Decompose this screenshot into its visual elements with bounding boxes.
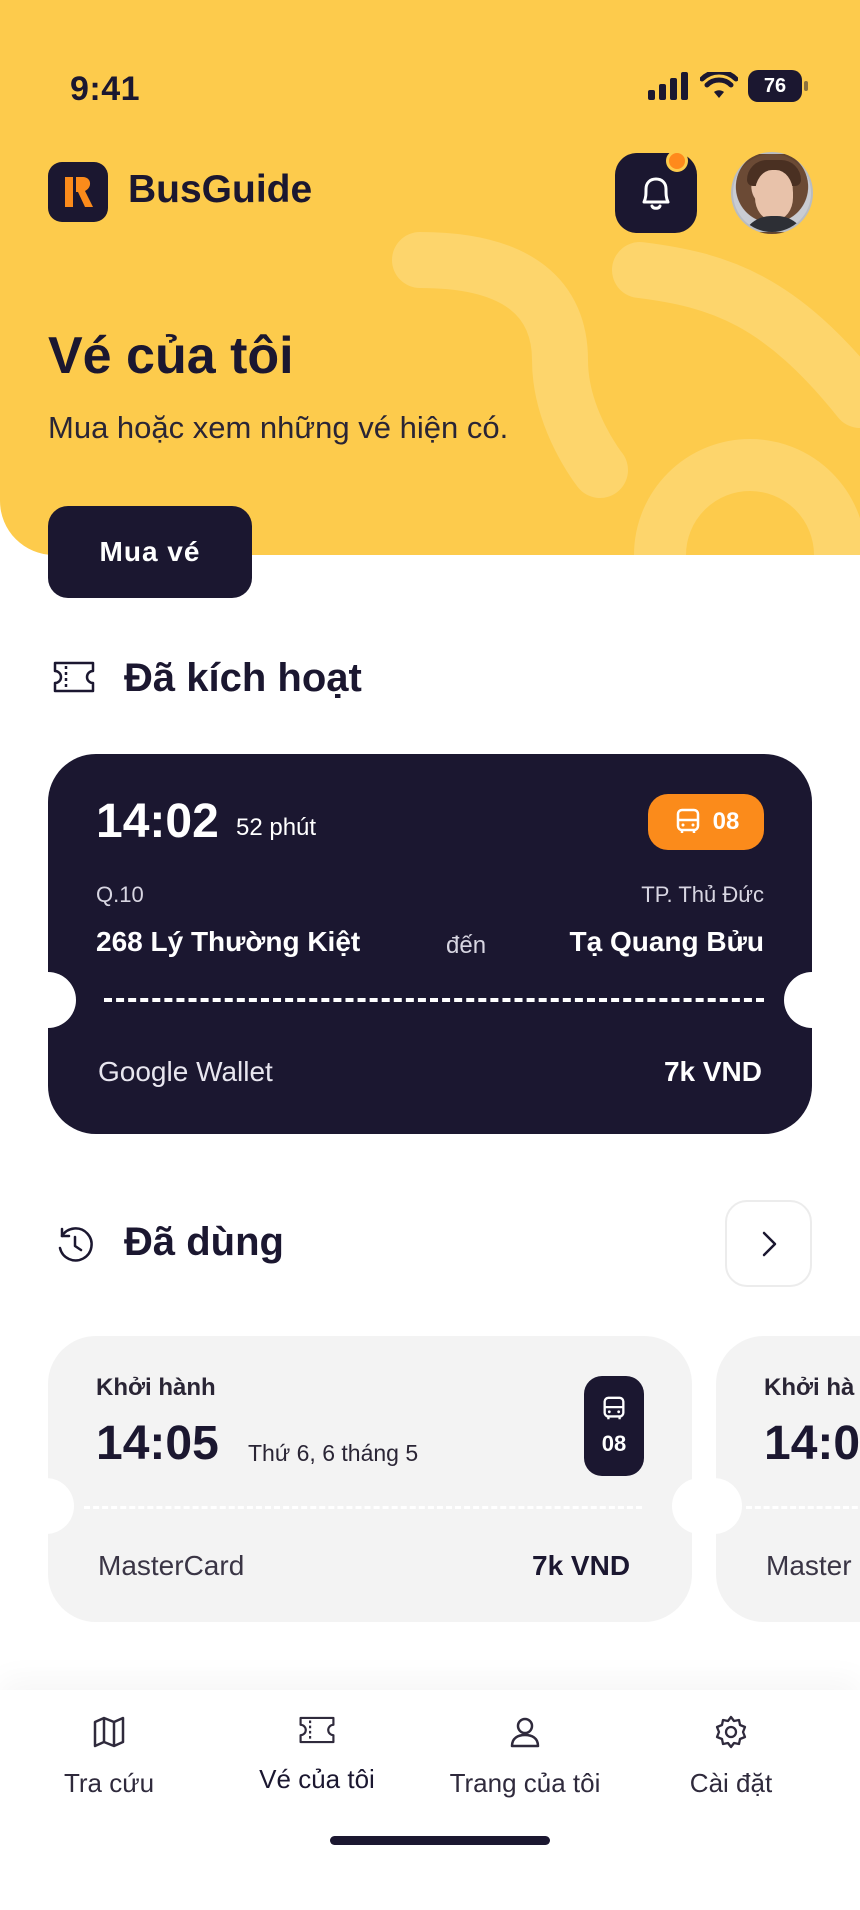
see-all-used-button[interactable] (725, 1200, 812, 1287)
wifi-icon (700, 72, 738, 98)
bus-icon (676, 808, 699, 833)
departure-time: 14:05 (96, 1417, 219, 1470)
status-icons: 76 (648, 70, 808, 102)
battery-indicator: 76 (748, 70, 808, 102)
history-icon (54, 1224, 96, 1266)
used-ticket-card[interactable]: Khởi hành 14:05 Thứ 6, 6 tháng 5 08 Mast… (48, 1336, 692, 1622)
ticket-price: 7k VND (532, 1550, 631, 1581)
avatar-face (755, 170, 793, 220)
gear-icon (715, 1715, 747, 1749)
departure-date: Thứ 6, 6 tháng 5 (248, 1440, 419, 1466)
page-subtitle: Mua hoặc xem những vé hiện có. (48, 410, 509, 445)
origin-area: Q.10 (96, 882, 144, 907)
signal-icon (648, 72, 688, 100)
bottom-navigation: Tra cứu Vé của tôi Trang của tôi Cài đặt (0, 1690, 860, 1910)
map-icon (93, 1716, 125, 1748)
app-logo (48, 162, 108, 222)
payment-method: Google Wallet (98, 1056, 273, 1087)
ticket-notch-left (20, 972, 76, 1028)
departure-label: Khởi hà (764, 1374, 855, 1401)
chevron-right-icon (762, 1231, 776, 1256)
nav-label: Tra cứu (63, 1768, 155, 1798)
nav-item-settings[interactable]: Cài đặt (626, 1714, 836, 1799)
destination-stop: Tạ Quang Bửu (569, 926, 765, 957)
departure-label: Khởi hành (96, 1374, 216, 1401)
ticket-divider (746, 1506, 860, 1509)
ticket-notch-right (784, 972, 840, 1028)
bus-icon (603, 1396, 625, 1420)
bell-icon (642, 177, 670, 210)
payment-method: Master (766, 1550, 852, 1581)
used-section-title: Đã dùng (124, 1220, 284, 1264)
departure-time: 14:0 (764, 1417, 860, 1470)
nav-label: Vé của tôi (259, 1764, 375, 1794)
ticket-time: 14:02 (96, 795, 219, 848)
ticket-icon (299, 1716, 335, 1744)
route-badge: 08 (584, 1376, 644, 1476)
brand-name: BusGuide (128, 168, 313, 211)
ticket-icon (52, 660, 96, 694)
nav-item-my-page[interactable]: Trang của tôi (420, 1714, 630, 1799)
avatar[interactable] (731, 152, 813, 234)
ticket-divider (84, 1506, 642, 1509)
buy-ticket-button[interactable]: Mua vé (48, 506, 252, 598)
nav-item-search[interactable]: Tra cứu (4, 1714, 214, 1799)
home-indicator (330, 1836, 550, 1845)
ticket-notch-left (716, 1478, 742, 1534)
nav-item-my-tickets[interactable]: Vé của tôi (212, 1714, 422, 1795)
used-ticket-card[interactable]: Khởi hà 14:0 Master (716, 1336, 860, 1622)
route-badge: 08 (648, 794, 764, 850)
ticket-divider (104, 998, 764, 1002)
ticket-duration: 52 phút (236, 814, 317, 841)
avatar-shirt (741, 216, 807, 232)
status-time: 9:41 (70, 70, 141, 108)
ticket-notch-right (672, 1478, 692, 1534)
ticket-notch-left (48, 1478, 74, 1534)
destination-area: TP. Thủ Đức (641, 882, 764, 907)
origin-stop: 268 Lý Thường Kiệt (96, 926, 361, 957)
nav-label: Trang của tôi (449, 1768, 601, 1798)
page-title: Vé của tôi (48, 327, 294, 385)
active-section-title: Đã kích hoạt (124, 656, 362, 700)
payment-method: MasterCard (98, 1550, 245, 1581)
active-ticket-card[interactable]: 14:02 52 phút 08 Q.10 TP. Thủ Đức 268 Lý… (20, 754, 840, 1134)
logo-mark-icon (65, 177, 93, 207)
user-icon (510, 1717, 540, 1748)
route-number: 08 (601, 1431, 627, 1456)
route-number: 08 (712, 808, 740, 835)
route-connector: đến (446, 932, 487, 959)
ticket-price: 7k VND (663, 1056, 762, 1087)
notification-dot (666, 150, 688, 172)
nav-label: Cài đặt (689, 1768, 773, 1798)
